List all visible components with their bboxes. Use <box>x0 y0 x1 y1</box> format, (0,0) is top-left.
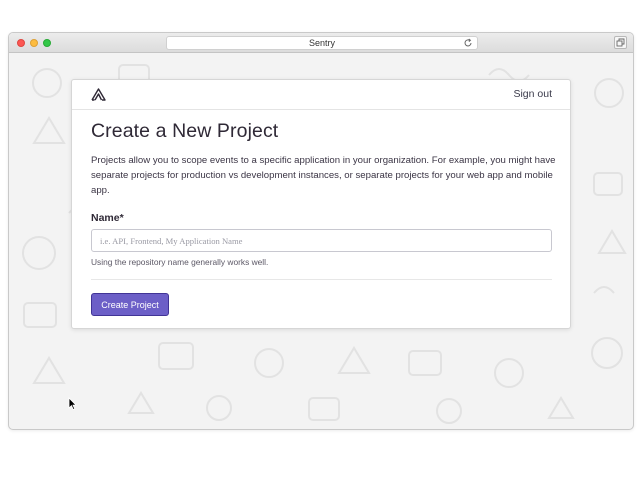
page-content: Sign out Create a New Project Projects a… <box>9 53 633 429</box>
tabs-icon[interactable] <box>614 36 627 49</box>
browser-window: Sentry Sign out Create a New Project Pro… <box>8 32 634 430</box>
project-name-input[interactable] <box>91 229 552 252</box>
reload-icon[interactable] <box>463 38 473 48</box>
create-project-button[interactable]: Create Project <box>91 293 169 316</box>
window-maximize-button[interactable] <box>43 39 51 47</box>
address-bar[interactable]: Sentry <box>166 36 478 50</box>
mouse-cursor-icon <box>68 397 77 416</box>
window-minimize-button[interactable] <box>30 39 38 47</box>
address-bar-title: Sentry <box>308 38 335 48</box>
name-help-text: Using the repository name generally work… <box>91 257 269 267</box>
browser-titlebar: Sentry <box>9 33 633 53</box>
card-header: Sign out <box>72 80 570 110</box>
page-title: Create a New Project <box>91 120 279 142</box>
window-close-button[interactable] <box>17 39 25 47</box>
create-project-card: Sign out Create a New Project Projects a… <box>71 79 571 329</box>
page-description: Projects allow you to scope events to a … <box>91 155 556 196</box>
sign-out-link[interactable]: Sign out <box>513 88 552 100</box>
name-field-label: Name* <box>91 212 124 224</box>
form-divider <box>91 279 552 280</box>
sentry-logo-icon[interactable] <box>91 88 106 106</box>
